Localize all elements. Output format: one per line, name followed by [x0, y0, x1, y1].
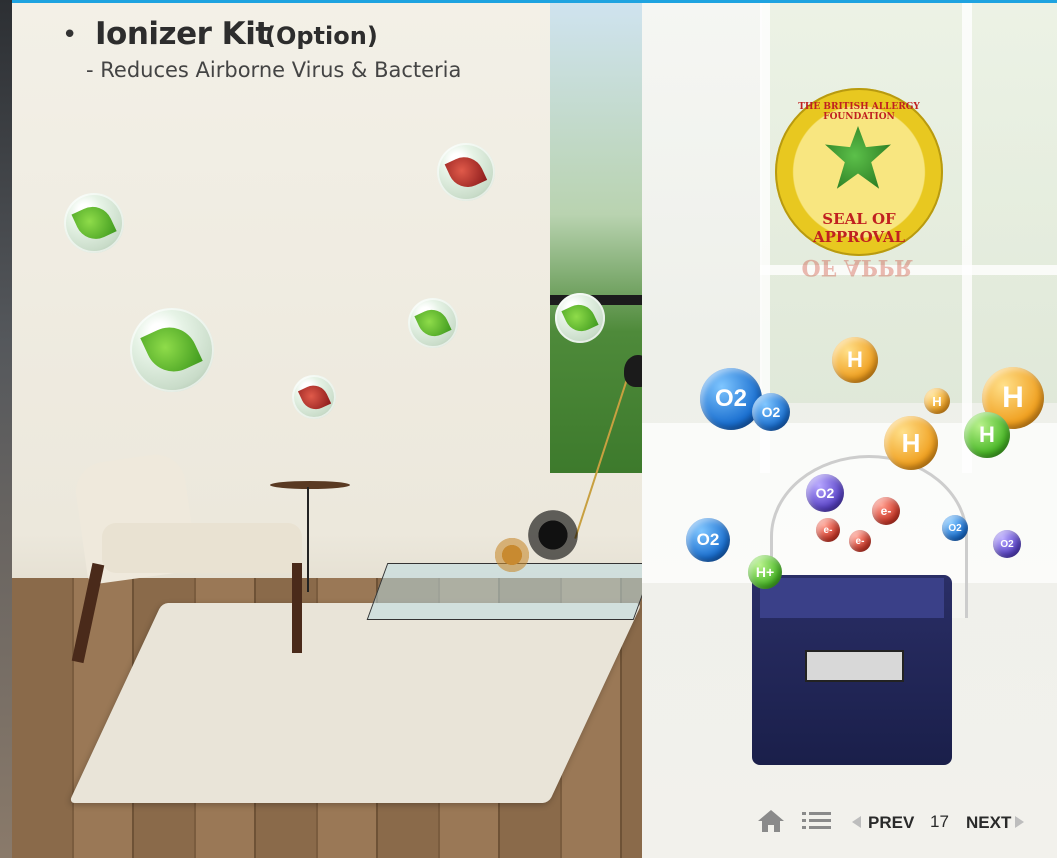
electron-particle: e- [872, 497, 900, 525]
o2-ion-molecule: O2 [700, 368, 762, 430]
menu-list-icon[interactable] [802, 810, 832, 832]
seal-top-text: THE BRITISH ALLERGY FOUNDATION [798, 102, 920, 122]
seal-bottom-text: SEAL OF APPROVAL [812, 210, 906, 246]
armchair-leg [292, 563, 302, 653]
slide-subtitle: - Reduces Airborne Virus & Bacteria [86, 58, 462, 82]
sea-urchin-decor [492, 535, 532, 575]
o2-ion-molecule: O2 [686, 518, 730, 562]
germ-bubble [555, 293, 605, 343]
side-table [270, 481, 350, 489]
hydrogen-molecule: H [924, 388, 950, 414]
slide-title-option: (Option) [265, 22, 378, 50]
bullet-point: • [62, 20, 78, 50]
ionizer-device-top [760, 578, 944, 618]
next-arrow-icon[interactable] [1015, 816, 1024, 828]
left-edge-strip [0, 0, 12, 858]
o2-ion-molecule: O2 [942, 515, 968, 541]
germ-bubble [64, 193, 124, 253]
o2-molecule: O2 [993, 530, 1021, 558]
prev-arrow-icon[interactable] [852, 816, 861, 828]
sea-urchin-decor [524, 506, 582, 564]
floor-lamp-head [624, 355, 642, 387]
page-number: 17 [930, 812, 949, 831]
hydrogen-ion-molecule: H [964, 412, 1010, 458]
leaf-icon [825, 126, 891, 189]
rug [68, 603, 642, 803]
side-table-leg [307, 487, 309, 592]
o2-molecule: O2 [806, 474, 844, 512]
seal-reflection: OF APPR [801, 254, 913, 280]
slide-title: Ionizer Kit [95, 16, 270, 52]
germ-bubble [292, 375, 336, 419]
electron-particle: e- [816, 518, 840, 542]
living-room-photo [12, 3, 642, 858]
germ-bubble [408, 298, 458, 348]
electron-particle: e- [849, 530, 871, 552]
slide-navigation: PREV 17 NEXT [752, 808, 1042, 838]
armchair-seat [102, 523, 302, 573]
window-mullion [962, 3, 972, 473]
hydrogen-molecule: H [884, 416, 938, 470]
germ-bubble [437, 143, 495, 201]
germ-bubble [130, 308, 214, 392]
o2-ion-molecule: O2 [752, 393, 790, 431]
window-view [550, 3, 642, 473]
allergy-foundation-seal: THE BRITISH ALLERGY FOUNDATION SEAL OF A… [775, 88, 943, 256]
prev-button[interactable]: PREV [868, 813, 914, 833]
next-button[interactable]: NEXT [966, 813, 1011, 833]
ionizer-device-panel [805, 650, 904, 682]
hydrogen-molecule: H [832, 337, 878, 383]
hydrogen-ion-molecule: H+ [748, 555, 782, 589]
home-icon[interactable] [756, 808, 786, 834]
